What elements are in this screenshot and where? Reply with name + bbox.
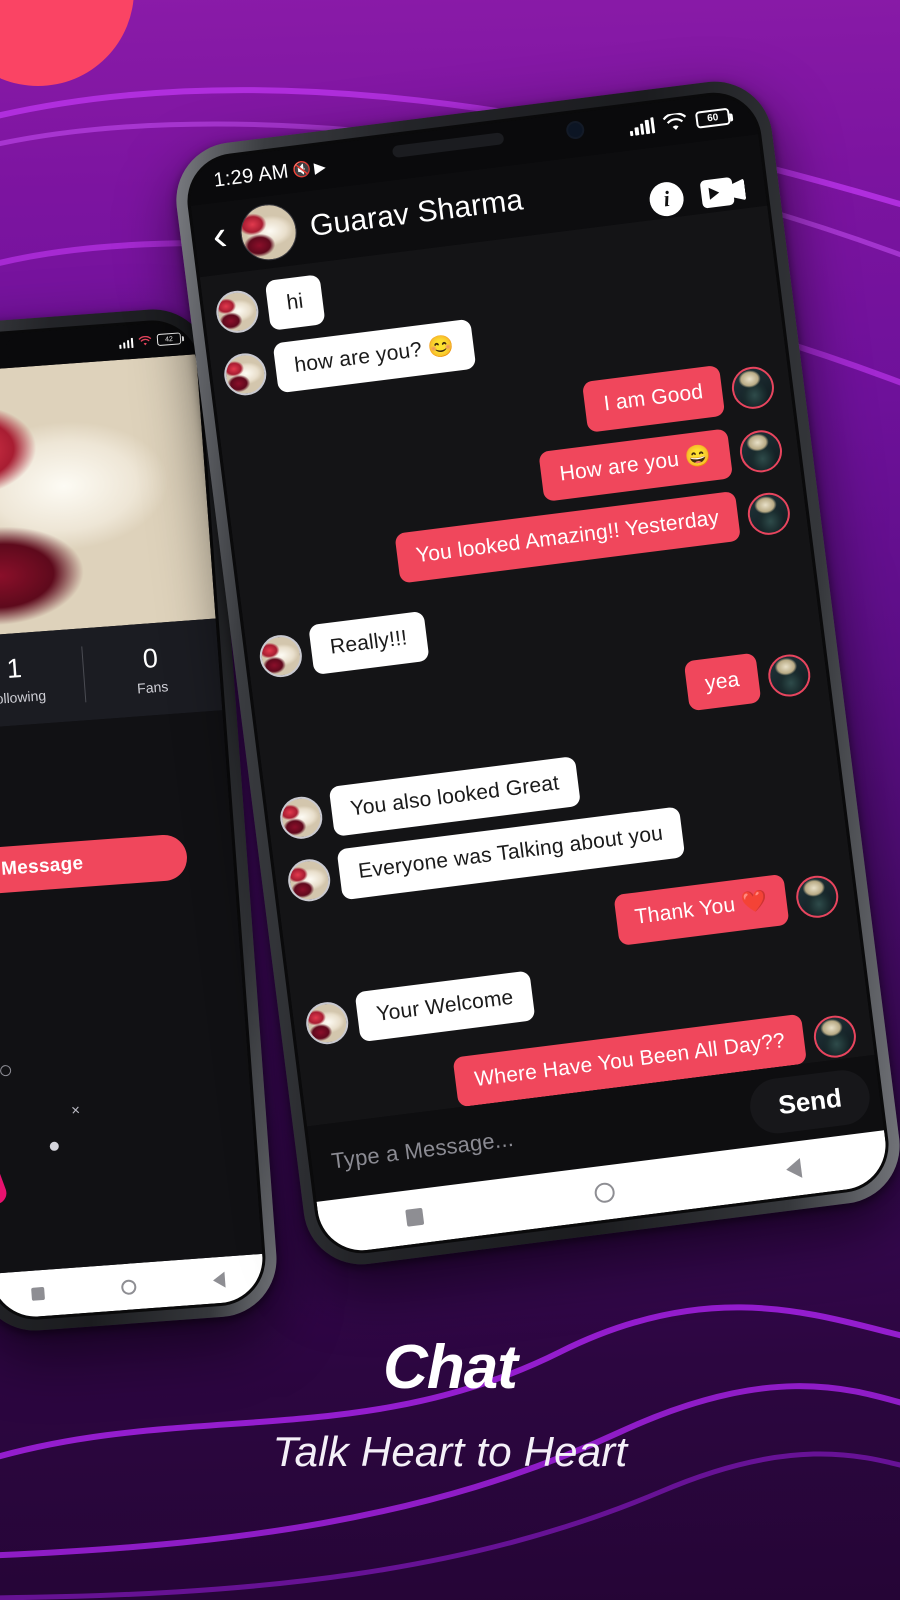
earpiece-speaker bbox=[391, 132, 505, 159]
sender-avatar[interactable] bbox=[737, 427, 785, 475]
contact-avatar[interactable] bbox=[285, 857, 333, 905]
signal-icon bbox=[628, 117, 656, 137]
contact-avatar[interactable] bbox=[277, 794, 325, 842]
right-phone-screen: 1:29 AM 🔇 ▶ 60 ‹ Guarav Sharma i hi how … bbox=[181, 87, 895, 1259]
page-subtitle: Talk Heart to Heart bbox=[272, 1428, 628, 1475]
signal-icon bbox=[118, 336, 134, 349]
front-camera-icon bbox=[565, 119, 586, 141]
back-button[interactable]: ‹ bbox=[210, 211, 230, 259]
message-bubble: how are you? 😊 bbox=[272, 318, 477, 394]
contact-avatar[interactable] bbox=[303, 999, 351, 1047]
sender-avatar[interactable] bbox=[811, 1013, 859, 1060]
message-bubble: Your Welcome bbox=[354, 970, 536, 1042]
promo-screenshot: 42 1 Following 0 Fans Message × 1:29 AM … bbox=[0, 0, 900, 1600]
message-bubble: How are you 😄 bbox=[537, 427, 734, 502]
status-time: 1:29 AM bbox=[212, 159, 290, 192]
following-count: 1 bbox=[5, 652, 24, 684]
empty-state-illustration: × ound bbox=[0, 1039, 265, 1308]
contact-name: Guarav Sharma bbox=[308, 183, 525, 243]
battery-icon: 42 bbox=[156, 332, 182, 347]
mute-icon: 🔇 bbox=[291, 160, 313, 180]
fans-count: 0 bbox=[141, 642, 160, 674]
message-button[interactable]: Message bbox=[0, 833, 189, 901]
fans-label: Fans bbox=[136, 678, 169, 697]
dot-shape-icon bbox=[49, 1141, 60, 1152]
wifi-icon bbox=[662, 111, 687, 130]
page-title: Chat bbox=[383, 1333, 518, 1402]
message-bubble: hi bbox=[264, 274, 326, 331]
cross-shape-icon: × bbox=[70, 1101, 81, 1120]
contact-avatar[interactable] bbox=[221, 351, 269, 398]
sender-avatar[interactable] bbox=[745, 490, 793, 537]
chat-screen: 1:29 AM 🔇 ▶ 60 ‹ Guarav Sharma i hi how … bbox=[185, 90, 891, 1256]
profile-body: Message × ound bbox=[0, 710, 263, 1274]
back-icon[interactable] bbox=[785, 1157, 803, 1180]
battery-level: 60 bbox=[706, 111, 719, 124]
stat-fans[interactable]: 0 Fans bbox=[82, 639, 221, 701]
message-bubble: I am Good bbox=[582, 365, 726, 433]
info-icon[interactable]: i bbox=[647, 180, 686, 219]
sender-avatar[interactable] bbox=[793, 873, 841, 921]
message-bubble: Really!!! bbox=[308, 610, 430, 675]
video-call-icon[interactable] bbox=[699, 175, 747, 209]
play-icon: ▶ bbox=[313, 158, 327, 178]
blob-circle-icon bbox=[0, 0, 134, 86]
send-button[interactable]: Send bbox=[747, 1066, 873, 1137]
home-icon[interactable] bbox=[593, 1181, 616, 1204]
contact-avatar[interactable] bbox=[257, 632, 305, 680]
following-label: Following bbox=[0, 687, 47, 708]
battery-icon: 60 bbox=[694, 107, 731, 129]
message-input[interactable]: Type a Message... bbox=[330, 1126, 515, 1175]
recents-icon[interactable] bbox=[404, 1207, 424, 1227]
message-bubble: Thank You ❤️ bbox=[613, 874, 790, 946]
pink-card-icon bbox=[0, 1150, 10, 1222]
profile-cover-photo bbox=[0, 354, 216, 639]
battery-level: 42 bbox=[164, 335, 174, 343]
message-bubble: yea bbox=[683, 652, 762, 712]
sender-avatar[interactable] bbox=[729, 364, 777, 412]
message-list[interactable]: hi how are you? 😊 I am Good How are you 😄 Yo… bbox=[199, 205, 875, 1127]
circle-shape-icon bbox=[0, 1064, 12, 1077]
wifi-icon bbox=[138, 335, 152, 345]
sender-avatar[interactable] bbox=[765, 652, 813, 700]
contact-avatar[interactable] bbox=[237, 200, 300, 264]
contact-avatar[interactable] bbox=[213, 288, 261, 336]
notch bbox=[4, 330, 114, 363]
stat-following[interactable]: 1 Following bbox=[0, 648, 85, 710]
